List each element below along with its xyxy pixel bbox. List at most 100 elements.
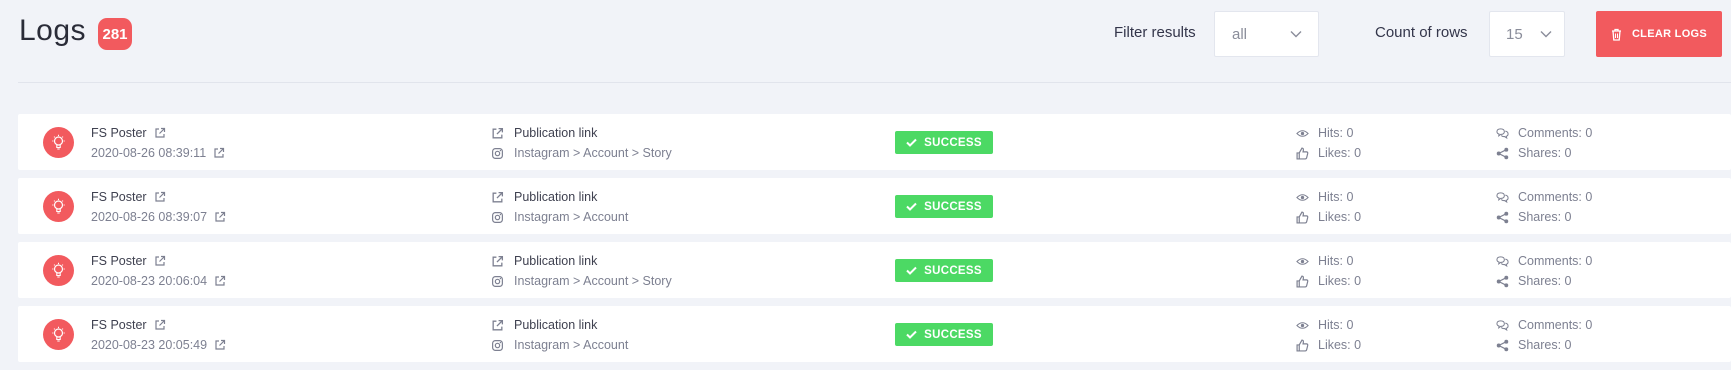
log-stats-secondary: Comments: 0 Shares: 0: [1496, 124, 1592, 162]
publication-path: Instagram > Account: [514, 210, 629, 224]
status-label: SUCCESS: [924, 136, 982, 149]
publication-link[interactable]: Publication link: [514, 254, 597, 268]
poster-name: FS Poster: [91, 318, 147, 332]
log-stats-primary: Hits: 0 Likes: 0: [1296, 188, 1361, 226]
publication-path: Instagram > Account: [514, 338, 629, 352]
poster-name: FS Poster: [91, 190, 147, 204]
lightbulb-icon: [43, 255, 74, 286]
poster-name: FS Poster: [91, 254, 147, 268]
comments-icon: [1496, 127, 1509, 139]
check-icon: [906, 202, 917, 211]
thumbs-up-icon: [1296, 146, 1309, 160]
external-link-icon[interactable]: [154, 319, 166, 331]
check-icon: [906, 330, 917, 339]
status-badge: SUCCESS: [895, 259, 993, 282]
comments-count: Comments: 0: [1518, 190, 1593, 204]
log-stats-primary: Hits: 0 Likes: 0: [1296, 252, 1361, 290]
publication-link[interactable]: Publication link: [514, 126, 597, 140]
check-icon: [906, 266, 917, 275]
share-icon: [1496, 339, 1509, 351]
log-publication: Publication link Instagram > Account: [491, 316, 628, 354]
external-link-icon: [492, 191, 504, 202]
hits-count: Hits: 0: [1318, 254, 1354, 268]
lightbulb-icon: [43, 191, 74, 222]
log-count-badge: 281: [98, 18, 132, 50]
post-date: 2020-08-23 20:06:04: [91, 274, 208, 288]
poster-name: FS Poster: [91, 126, 147, 140]
comments-count: Comments: 0: [1518, 254, 1593, 268]
external-link-icon[interactable]: [154, 127, 166, 139]
instagram-icon: [492, 339, 503, 351]
external-link-icon: [492, 255, 504, 266]
chevron-down-icon: [1290, 31, 1302, 38]
lightbulb-icon: [43, 127, 74, 158]
count-of-rows-value: 15: [1506, 25, 1523, 43]
share-icon: [1496, 275, 1509, 287]
likes-count: Likes: 0: [1318, 274, 1362, 288]
log-stats-secondary: Comments: 0 Shares: 0: [1496, 316, 1592, 354]
hits-count: Hits: 0: [1318, 126, 1354, 140]
external-link-icon[interactable]: [154, 191, 166, 203]
status-badge: SUCCESS: [895, 131, 993, 154]
log-publication: Publication link Instagram > Account > S…: [491, 252, 672, 290]
share-icon: [1496, 147, 1509, 159]
comments-count: Comments: 0: [1518, 126, 1593, 140]
log-author: FS Poster 2020-08-23 20:06:04: [91, 252, 226, 290]
log-stats-primary: Hits: 0 Likes: 0: [1296, 316, 1361, 354]
external-link-icon[interactable]: [154, 255, 166, 267]
log-stats-secondary: Comments: 0 Shares: 0: [1496, 188, 1592, 226]
likes-count: Likes: 0: [1318, 338, 1362, 352]
comments-count: Comments: 0: [1518, 318, 1593, 332]
status-label: SUCCESS: [924, 328, 982, 341]
publication-path: Instagram > Account > Story: [514, 146, 672, 160]
trash-icon: [1611, 28, 1621, 41]
filter-results-label: Filter results: [1114, 24, 1196, 41]
hits-count: Hits: 0: [1318, 190, 1354, 204]
filter-results-value: all: [1232, 25, 1248, 43]
log-row: FS Poster 2020-08-26 08:39:07 Publicatio…: [18, 178, 1731, 234]
external-link-icon: [492, 127, 504, 138]
log-stats-primary: Hits: 0 Likes: 0: [1296, 124, 1361, 162]
log-row: FS Poster 2020-08-26 08:39:11 Publicatio…: [18, 114, 1731, 170]
eye-icon: [1296, 257, 1309, 265]
log-row: FS Poster 2020-08-23 20:06:04 Publicatio…: [18, 242, 1731, 298]
shares-count: Shares: 0: [1518, 338, 1572, 352]
eye-icon: [1296, 321, 1309, 329]
likes-count: Likes: 0: [1318, 146, 1362, 160]
external-link-icon: [492, 319, 504, 330]
post-date: 2020-08-23 20:05:49: [91, 338, 208, 352]
publication-path: Instagram > Account > Story: [514, 274, 672, 288]
status-badge: SUCCESS: [895, 195, 993, 218]
thumbs-up-icon: [1296, 274, 1309, 288]
shares-count: Shares: 0: [1518, 274, 1572, 288]
hits-count: Hits: 0: [1318, 318, 1354, 332]
chevron-down-icon: [1540, 31, 1552, 38]
log-publication: Publication link Instagram > Account: [491, 188, 628, 226]
share-icon: [1496, 211, 1509, 223]
count-of-rows-select[interactable]: 15: [1489, 11, 1565, 57]
instagram-icon: [492, 275, 503, 287]
shares-count: Shares: 0: [1518, 210, 1572, 224]
shares-count: Shares: 0: [1518, 146, 1572, 160]
publication-link[interactable]: Publication link: [514, 318, 597, 332]
log-stats-secondary: Comments: 0 Shares: 0: [1496, 252, 1592, 290]
eye-icon: [1296, 193, 1309, 201]
filter-results-select[interactable]: all: [1214, 11, 1319, 57]
log-publication: Publication link Instagram > Account > S…: [491, 124, 672, 162]
log-author: FS Poster 2020-08-26 08:39:11: [91, 124, 225, 162]
status-label: SUCCESS: [924, 200, 982, 213]
likes-count: Likes: 0: [1318, 210, 1362, 224]
count-of-rows-label: Count of rows: [1375, 24, 1468, 41]
publication-link[interactable]: Publication link: [514, 190, 597, 204]
external-link-icon[interactable]: [214, 339, 226, 351]
log-author: FS Poster 2020-08-26 08:39:07: [91, 188, 226, 226]
status-badge: SUCCESS: [895, 323, 993, 346]
external-link-icon[interactable]: [214, 211, 226, 223]
external-link-icon[interactable]: [214, 275, 226, 287]
post-date: 2020-08-26 08:39:11: [91, 146, 207, 160]
page-title: Logs: [19, 14, 87, 47]
clear-logs-label: CLEAR LOGS: [1631, 28, 1708, 40]
instagram-icon: [492, 211, 503, 223]
clear-logs-button[interactable]: CLEAR LOGS: [1596, 11, 1722, 57]
external-link-icon[interactable]: [213, 147, 225, 159]
